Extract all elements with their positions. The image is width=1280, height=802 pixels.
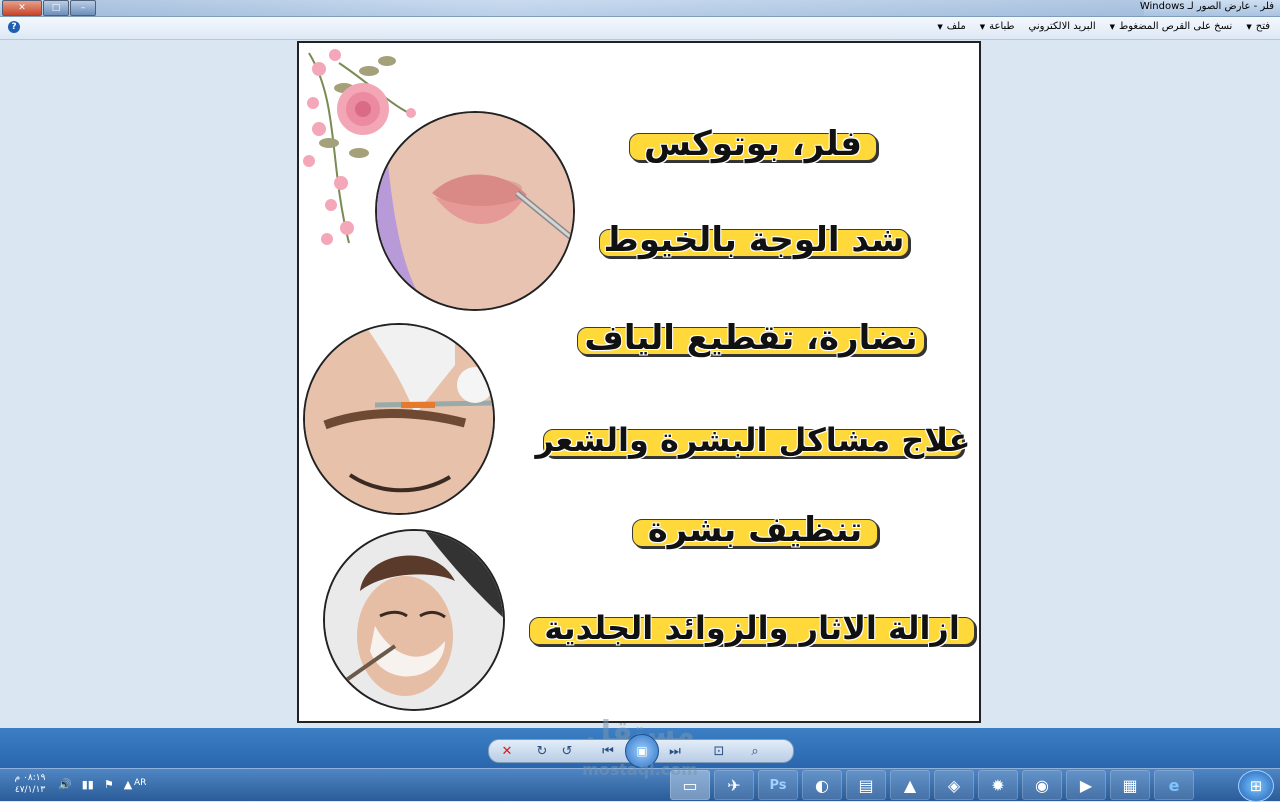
start-button[interactable]: ⊞ xyxy=(1238,770,1274,802)
app-6-task-icon[interactable]: ▲ xyxy=(890,770,930,800)
rotate-clockwise-icon[interactable]: ↻ xyxy=(534,743,550,759)
chevron-down-icon: ▼ xyxy=(1246,22,1252,31)
zoom-icon[interactable]: ⌕ xyxy=(747,743,763,759)
rotate-counterclockwise-icon[interactable]: ↺ xyxy=(559,743,575,759)
explorer-task-icon[interactable]: ▦ xyxy=(1110,770,1150,800)
service-text: نضارة، تقطيع الياف xyxy=(584,318,918,358)
menu-open-label: فتح xyxy=(1255,21,1270,32)
photoshop-task-icon[interactable]: Ps xyxy=(758,770,798,800)
clock-time: ٠٨:١٩ م xyxy=(14,773,46,783)
telegram-task-icon[interactable]: ✈ xyxy=(714,770,754,800)
menu-email-label: البريد الالكتروني xyxy=(1028,21,1096,32)
edge-task-icon[interactable]: ◐ xyxy=(802,770,842,800)
lips-filler-photo xyxy=(375,111,575,311)
app-7-task-icon[interactable]: ◈ xyxy=(934,770,974,800)
previous-icon[interactable]: ⏮ xyxy=(594,743,622,759)
service-line-6: ازالة الاثار والزوائد الجلدية xyxy=(529,605,975,651)
service-text: علاج مشاكل البشرة والشعر xyxy=(535,421,971,459)
menu-file-label: ملف xyxy=(946,21,966,32)
service-line-2: شد الوجة بالخيوط xyxy=(599,217,909,263)
watermark-url: mostaql.com xyxy=(582,760,698,779)
taskbar-apps: ▭ ✈ Ps ◐ ▤ ▲ ◈ ✹ ◉ ▶ ▦ e xyxy=(670,770,1194,800)
menu-burn[interactable]: نسخ على القرص المضغوط ▼ xyxy=(1110,21,1233,32)
app-8-task-icon[interactable]: ✹ xyxy=(978,770,1018,800)
app-5-task-icon[interactable]: ▤ xyxy=(846,770,886,800)
title-strip xyxy=(84,0,1144,16)
title-bar: ✕ □ – فلر - عارض الصور لـ Windows xyxy=(0,0,1280,17)
close-button[interactable]: ✕ xyxy=(2,0,42,16)
system-tray: 🔊 ▮▮ ⚑ ▲ xyxy=(58,778,132,791)
volume-icon[interactable]: 🔊 xyxy=(58,778,72,791)
clock-date: ٤٧/١/١٣ xyxy=(14,785,46,795)
eyebrow-injection-photo xyxy=(303,323,495,515)
service-line-3: نضارة، تقطيع الياف xyxy=(577,315,925,361)
chrome-task-icon[interactable]: ◉ xyxy=(1022,770,1062,800)
menu: ملف ▼ طباعة ▼ البريد الالكتروني نسخ على ال… xyxy=(937,21,1270,32)
menu-email[interactable]: البريد الالكتروني xyxy=(1029,21,1096,32)
displayed-image: فلر، بوتوكس شد الوجة بالخيوط نضارة، تقطي… xyxy=(297,41,981,723)
network-icon[interactable]: ▮▮ xyxy=(82,778,94,791)
service-text: ازالة الاثار والزوائد الجلدية xyxy=(544,609,960,647)
clock[interactable]: ٠٨:١٩ م ٤٧/١/١٣ xyxy=(10,772,50,796)
show-hidden-icons-icon[interactable]: ▲ xyxy=(124,778,132,791)
next-icon[interactable]: ⏭ xyxy=(661,743,689,759)
chevron-down-icon: ▼ xyxy=(937,22,943,31)
chevron-down-icon: ▼ xyxy=(979,22,986,31)
menu-burn-label: نسخ على القرص المضغوط xyxy=(1119,21,1233,32)
menu-print[interactable]: طباعة ▼ xyxy=(980,21,1015,32)
media-player-task-icon[interactable]: ▶ xyxy=(1066,770,1106,800)
window-title: فلر - عارض الصور لـ Windows xyxy=(1139,1,1274,12)
help-icon[interactable]: ? xyxy=(8,21,20,33)
menu-print-label: طباعة xyxy=(989,21,1015,32)
minimize-button[interactable]: – xyxy=(70,0,96,16)
menu-bar: ? ملف ▼ طباعة ▼ البريد الالكتروني نسخ على … xyxy=(0,17,1280,40)
action-center-icon[interactable]: ⚑ xyxy=(104,778,114,791)
service-line-1: فلر، بوتوكس xyxy=(629,121,877,167)
menu-open[interactable]: فتح ▼ xyxy=(1246,21,1270,32)
actual-size-icon[interactable]: ⊡ xyxy=(711,743,727,759)
menu-file[interactable]: ملف ▼ xyxy=(937,21,965,32)
window-buttons: ✕ □ – xyxy=(2,0,97,16)
service-text: شد الوجة بالخيوط xyxy=(603,220,905,260)
service-text: فلر، بوتوكس xyxy=(643,124,863,164)
language-indicator[interactable]: AR xyxy=(134,778,146,788)
service-line-4: علاج مشاكل البشرة والشعر xyxy=(535,417,970,463)
maximize-button[interactable]: □ xyxy=(43,0,69,16)
service-line-5: تنظيف بشرة xyxy=(632,507,878,553)
internet-explorer-task-icon[interactable]: e xyxy=(1154,770,1194,800)
service-text: تنظيف بشرة xyxy=(647,510,863,550)
delete-icon[interactable]: ✕ xyxy=(499,743,515,759)
chevron-down-icon: ▼ xyxy=(1109,22,1116,31)
facial-cleaning-photo xyxy=(323,529,505,711)
